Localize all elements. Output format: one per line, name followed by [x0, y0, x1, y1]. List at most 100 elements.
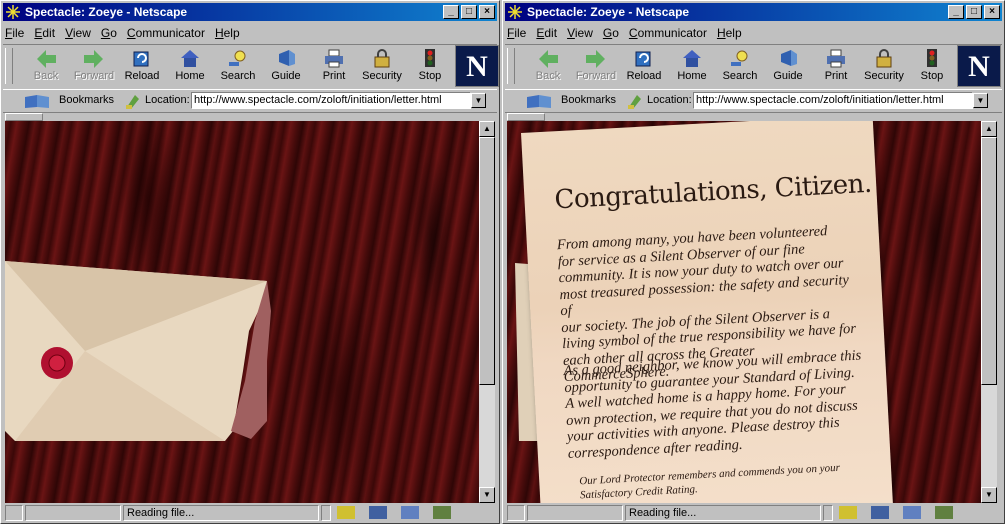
composer-icon[interactable]	[935, 506, 953, 519]
url-field[interactable]: http://www.spectacle.com/zoloft/initiati…	[191, 92, 471, 109]
menu-edit[interactable]: Edit	[34, 24, 55, 42]
page-proxy-icon[interactable]	[627, 93, 643, 109]
back-arrow-icon	[37, 50, 56, 68]
browser-window-left: Spectacle: Zoeye - Netscape _ □ × File Ed…	[0, 0, 500, 524]
menu-help[interactable]: Help	[215, 24, 240, 42]
reload-button[interactable]: Reload	[621, 47, 667, 89]
netscape-logo[interactable]: N	[455, 45, 499, 87]
back-button[interactable]: Back	[525, 47, 571, 89]
security-lock-icon[interactable]	[5, 505, 23, 521]
guide-button[interactable]: Guide	[263, 47, 309, 89]
progress-bar	[25, 505, 121, 521]
component-bar	[839, 505, 969, 521]
page-proxy-icon[interactable]	[125, 93, 141, 109]
vertical-scrollbar[interactable]: ▲ ▼	[981, 121, 997, 503]
search-button[interactable]: Search	[717, 47, 763, 89]
close-button[interactable]: ×	[984, 5, 1000, 19]
security-label: Security	[362, 70, 402, 82]
minimize-button[interactable]: _	[948, 5, 964, 19]
security-lock-icon[interactable]	[507, 505, 525, 521]
letter-heading: Congratulations, Citizen.	[553, 168, 873, 216]
netscape-logo[interactable]: N	[957, 45, 1001, 87]
menu-file[interactable]: File	[507, 24, 526, 42]
home-icon	[181, 50, 199, 67]
navigator-icon[interactable]	[839, 506, 857, 519]
toolbar-grip[interactable]	[507, 48, 515, 84]
bookmarks-icon[interactable]	[525, 93, 555, 109]
toolbar-collapse-tab[interactable]	[5, 113, 43, 121]
security-button[interactable]: Security	[359, 47, 405, 89]
stop-label: Stop	[418, 70, 442, 82]
composer-icon[interactable]	[433, 506, 451, 519]
forward-button[interactable]: Forward	[573, 47, 619, 89]
reload-button[interactable]: Reload	[119, 47, 165, 89]
menu-communicator[interactable]: Communicator	[629, 24, 707, 42]
bookmarks-icon[interactable]	[23, 93, 53, 109]
window-title: Spectacle: Zoeye - Netscape	[527, 5, 690, 19]
menu-go[interactable]: Go	[603, 24, 619, 42]
netscape-app-icon[interactable]	[507, 4, 523, 20]
vertical-scrollbar[interactable]: ▲ ▼	[479, 121, 495, 503]
scroll-down-button[interactable]: ▼	[981, 487, 997, 503]
menu-help[interactable]: Help	[717, 24, 742, 42]
reload-icon	[133, 51, 149, 67]
letter-paragraph-2: As a good neighbor, we know you will emb…	[563, 347, 868, 462]
scroll-up-button[interactable]: ▲	[981, 121, 997, 137]
stop-button[interactable]: Stop	[407, 47, 453, 89]
location-label: Location:	[145, 94, 190, 106]
location-bar: Bookmarks Location: http://www.spectacle…	[3, 90, 497, 113]
title-bar[interactable]: Spectacle: Zoeye - Netscape _ □ ×	[505, 3, 1002, 21]
scroll-thumb[interactable]	[479, 137, 495, 385]
minimize-button[interactable]: _	[443, 5, 459, 19]
search-label: Search	[722, 70, 758, 82]
scroll-thumb[interactable]	[981, 137, 997, 385]
page-content: Congratulations, Citizen. From among man…	[507, 121, 981, 503]
menu-file[interactable]: File	[5, 24, 24, 42]
back-button[interactable]: Back	[23, 47, 69, 89]
security-button[interactable]: Security	[861, 47, 907, 89]
menu-view[interactable]: View	[65, 24, 91, 42]
mail-icon[interactable]	[871, 506, 889, 519]
back-arrow-icon	[539, 50, 558, 68]
print-button[interactable]: Print	[311, 47, 357, 89]
reload-icon	[635, 51, 651, 67]
toolbar-collapse-tab[interactable]	[507, 113, 545, 121]
location-bar: Bookmarks Location: http://www.spectacle…	[505, 90, 1002, 113]
discussion-icon[interactable]	[903, 506, 921, 519]
security-icon	[876, 49, 892, 68]
print-button[interactable]: Print	[813, 47, 859, 89]
scroll-down-button[interactable]: ▼	[479, 487, 495, 503]
bookmarks-button[interactable]: Bookmarks	[561, 94, 616, 106]
search-icon	[731, 50, 748, 66]
maximize-button[interactable]: □	[966, 5, 982, 19]
home-button[interactable]: Home	[669, 47, 715, 89]
progress-bar	[527, 505, 623, 521]
forward-arrow-icon	[586, 50, 605, 68]
scroll-up-button[interactable]: ▲	[479, 121, 495, 137]
reload-label: Reload	[124, 70, 160, 82]
stop-button[interactable]: Stop	[909, 47, 955, 89]
guide-button[interactable]: Guide	[765, 47, 811, 89]
forward-button[interactable]: Forward	[71, 47, 117, 89]
navigator-icon[interactable]	[337, 506, 355, 519]
menu-communicator[interactable]: Communicator	[127, 24, 205, 42]
menu-edit[interactable]: Edit	[536, 24, 557, 42]
menu-go[interactable]: Go	[101, 24, 117, 42]
netscape-app-icon[interactable]	[5, 4, 21, 20]
page-content	[5, 121, 479, 503]
reload-label: Reload	[626, 70, 662, 82]
maximize-button[interactable]: □	[461, 5, 477, 19]
search-button[interactable]: Search	[215, 47, 261, 89]
status-divider	[823, 505, 833, 521]
toolbar-grip[interactable]	[5, 48, 13, 84]
title-bar[interactable]: Spectacle: Zoeye - Netscape _ □ ×	[3, 3, 497, 21]
home-button[interactable]: Home	[167, 47, 213, 89]
bookmarks-button[interactable]: Bookmarks	[59, 94, 114, 106]
mail-icon[interactable]	[369, 506, 387, 519]
url-dropdown-button[interactable]: ▼	[973, 93, 988, 108]
url-dropdown-button[interactable]: ▼	[471, 93, 486, 108]
menu-view[interactable]: View	[567, 24, 593, 42]
url-field[interactable]: http://www.spectacle.com/zoloft/initiati…	[693, 92, 973, 109]
discussion-icon[interactable]	[401, 506, 419, 519]
close-button[interactable]: ×	[479, 5, 495, 19]
